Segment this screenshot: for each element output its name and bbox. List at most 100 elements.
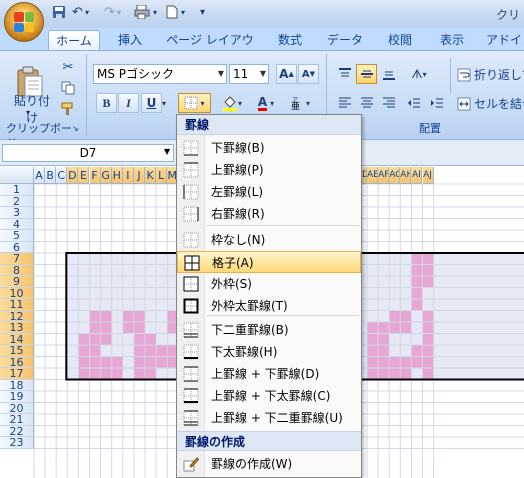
- decrease-indent-button[interactable]: [403, 93, 424, 113]
- underline-dropdown-icon[interactable]: ▾: [162, 99, 166, 108]
- column-header[interactable]: I: [122, 167, 134, 184]
- increase-indent-button[interactable]: [426, 93, 447, 113]
- column-header[interactable]: AG: [389, 167, 401, 184]
- menu-item-bottom-double-border[interactable]: 下二重罫線(B): [177, 319, 361, 341]
- menu-item-border-top[interactable]: 上罫線(P): [177, 159, 361, 181]
- office-button[interactable]: [4, 2, 44, 42]
- menu-item-top-thick-bottom-border[interactable]: 上罫線 + 下太罫線(C): [177, 385, 361, 407]
- tab-page-layout[interactable]: ページ レイアウト: [165, 30, 255, 67]
- column-header[interactable]: C: [56, 167, 68, 184]
- customize-toolbar-icon[interactable]: ▾: [200, 5, 205, 21]
- name-box[interactable]: D7: [2, 144, 174, 162]
- align-left-button[interactable]: [334, 93, 355, 113]
- tab-insert[interactable]: 挿入: [108, 30, 152, 50]
- fill-color-button[interactable]: ▾: [217, 93, 247, 113]
- tab-data[interactable]: データ: [322, 30, 368, 50]
- italic-button[interactable]: I: [118, 93, 139, 113]
- row-header[interactable]: 11: [0, 299, 34, 311]
- print-dropdown-icon[interactable]: ▾: [153, 5, 157, 21]
- undo-dropdown-icon[interactable]: ▾: [85, 5, 89, 21]
- undo-icon[interactable]: ↶: [72, 5, 83, 21]
- tab-formulas[interactable]: 数式: [268, 30, 312, 50]
- align-top-button[interactable]: [334, 64, 355, 84]
- copy-icon[interactable]: [58, 79, 78, 97]
- column-header[interactable]: H: [111, 167, 123, 184]
- row-header[interactable]: 9: [0, 276, 34, 288]
- column-header[interactable]: J: [133, 167, 145, 184]
- phonetic-icon: ア亜: [291, 97, 300, 110]
- menu-item-draw-border[interactable]: 罫線の作成(W): [177, 453, 361, 475]
- row-header[interactable]: 5: [0, 230, 34, 242]
- shrink-font-button[interactable]: A ▼: [298, 64, 319, 84]
- select-all-corner[interactable]: [0, 167, 34, 184]
- row-header[interactable]: 13: [0, 322, 34, 334]
- orientation-button[interactable]: ᗑ ▾: [404, 64, 434, 84]
- align-bottom-button[interactable]: [378, 64, 399, 84]
- column-header[interactable]: G: [100, 167, 112, 184]
- column-header[interactable]: AE: [367, 167, 379, 184]
- menu-item-top-bottom-border[interactable]: 上罫線 + 下罫線(D): [177, 363, 361, 385]
- quick-print-icon[interactable]: [134, 4, 150, 21]
- column-header[interactable]: AF: [378, 167, 390, 184]
- row-header[interactable]: 3: [0, 207, 34, 219]
- row-header[interactable]: 7: [0, 253, 34, 265]
- menu-item-label: 罫線の作成(W): [211, 457, 293, 471]
- pink-cell: [422, 276, 434, 288]
- menu-item-outside-borders[interactable]: 外枠(S): [177, 273, 361, 295]
- column-header[interactable]: AI: [411, 167, 423, 184]
- name-box-dropdown-icon[interactable]: ▼: [164, 147, 170, 156]
- row-header[interactable]: 19: [0, 391, 34, 403]
- align-right-button[interactable]: [378, 93, 399, 113]
- font-name-combo[interactable]: MS Pゴシック ▼: [93, 64, 227, 84]
- bold-button[interactable]: B: [96, 93, 117, 113]
- tab-home[interactable]: ホーム: [48, 30, 100, 51]
- menu-item-label: 右罫線(R): [211, 207, 265, 221]
- column-header[interactable]: AH: [400, 167, 412, 184]
- merge-center-button[interactable]: セルを結合: [457, 95, 524, 112]
- font-color-button[interactable]: A ▾: [251, 93, 281, 113]
- menu-item-no-border[interactable]: 枠なし(N): [177, 229, 361, 251]
- save-icon[interactable]: [52, 5, 66, 21]
- cut-icon[interactable]: ✂: [58, 58, 78, 76]
- pink-cell: [378, 333, 390, 345]
- column-header[interactable]: AJ: [422, 167, 434, 184]
- tab-view[interactable]: 表示: [430, 30, 474, 50]
- redo-dropdown-icon[interactable]: ▾: [117, 5, 121, 21]
- pink-cell: [389, 322, 401, 334]
- row-header[interactable]: 15: [0, 345, 34, 357]
- column-header[interactable]: B: [45, 167, 57, 184]
- borders-button[interactable]: ▾: [178, 93, 211, 113]
- format-painter-icon[interactable]: [58, 100, 78, 118]
- new-document-icon[interactable]: [166, 5, 178, 21]
- column-header[interactable]: E: [78, 167, 90, 184]
- menu-item-thick-box-border[interactable]: 外枠太罫線(T): [177, 295, 361, 317]
- row-header[interactable]: 21: [0, 414, 34, 426]
- font-size-combo[interactable]: 11 ▼: [229, 64, 269, 84]
- new-dropdown-icon[interactable]: ▾: [181, 5, 185, 21]
- menu-item-all-borders[interactable]: 格子(A): [177, 251, 361, 273]
- menu-item-top-double-bottom-border[interactable]: 上罫線 + 下二重罫線(U): [177, 407, 361, 429]
- underline-button[interactable]: U: [141, 93, 162, 113]
- align-center-button[interactable]: [356, 93, 377, 113]
- tab-review[interactable]: 校閲: [378, 30, 422, 50]
- menu-item-border-bottom[interactable]: 下罫線(B): [177, 137, 361, 159]
- paste-dropdown-icon[interactable]: ▾: [26, 108, 30, 117]
- tab-addins[interactable]: アドイン: [486, 30, 524, 50]
- wrap-text-button[interactable]: 折り返して: [457, 66, 524, 83]
- phonetic-button[interactable]: ア亜 ▾: [285, 93, 315, 113]
- column-header[interactable]: K: [145, 167, 157, 184]
- align-middle-button[interactable]: [356, 64, 377, 84]
- grow-font-button[interactable]: A ▲: [276, 64, 297, 84]
- column-header[interactable]: D: [67, 167, 79, 184]
- redo-icon[interactable]: ↷: [104, 5, 115, 21]
- menu-item-border-left[interactable]: 左罫線(L): [177, 181, 361, 203]
- row-header[interactable]: 1: [0, 184, 34, 196]
- menu-item-thick-bottom-border[interactable]: 下太罫線(H): [177, 341, 361, 363]
- clipboard-launcher-icon[interactable]: ↘: [72, 124, 79, 133]
- column-header[interactable]: L: [156, 167, 168, 184]
- column-header[interactable]: A: [34, 167, 46, 184]
- row-header[interactable]: 23: [0, 437, 34, 449]
- menu-item-border-right[interactable]: 右罫線(R): [177, 203, 361, 225]
- column-header[interactable]: F: [89, 167, 101, 184]
- row-header[interactable]: 17: [0, 368, 34, 380]
